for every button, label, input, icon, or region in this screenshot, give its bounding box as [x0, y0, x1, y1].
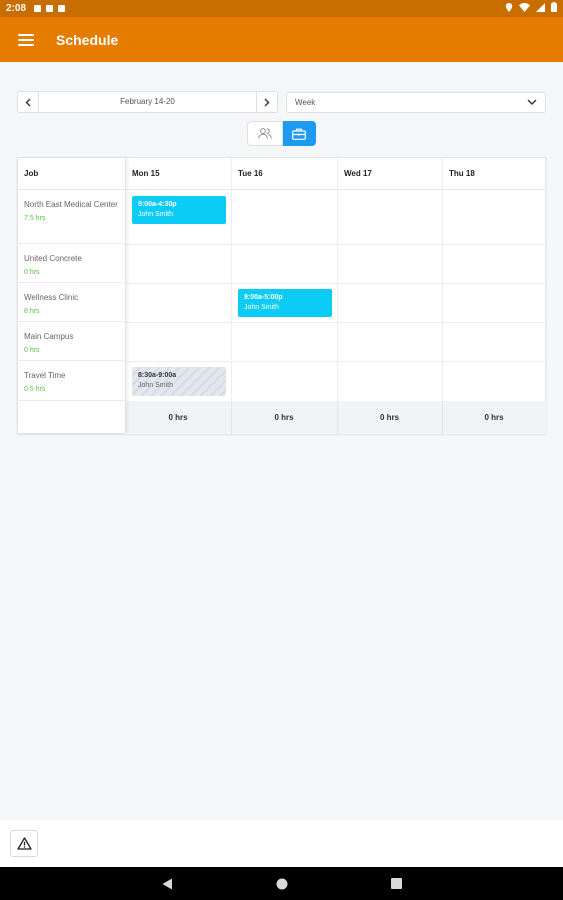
page-title: Schedule: [56, 31, 119, 48]
recents-button[interactable]: [376, 867, 416, 900]
day-header-tue: Tue 16: [231, 158, 337, 190]
job-hours: 0 hrs: [24, 269, 40, 276]
job-column: Job North East Medical Center 7.5 hrs Un…: [18, 158, 126, 433]
column-divider: [442, 401, 443, 434]
date-navigator: February 14-20: [17, 91, 278, 113]
schedule-grid: Mon 15 Tue 16 Wed 17 Thu 18 Job North Ea…: [17, 157, 546, 434]
job-hours: 0.5 hrs: [24, 386, 46, 393]
notification-icon: [46, 5, 54, 12]
job-row[interactable]: Main Campus 0 hrs: [18, 322, 125, 361]
shift-time: 8:30a-9:00a: [138, 372, 177, 379]
day-header-wed: Wed 17: [337, 158, 442, 190]
hamburger-menu-icon[interactable]: [18, 33, 34, 46]
bottom-bar: [0, 820, 563, 867]
status-time: 2:08: [6, 3, 27, 14]
date-range-label[interactable]: February 14-20: [39, 92, 256, 112]
job-column-header: Job: [18, 158, 125, 190]
people-view-button[interactable]: [247, 121, 283, 146]
shift-time: 9:00a-5:00p: [244, 294, 283, 301]
job-hours: 7.5 hrs: [24, 215, 46, 222]
row-divider: [125, 322, 546, 323]
job-hours: 8 hrs: [24, 308, 40, 315]
job-name: United Concrete: [24, 254, 82, 263]
shift-card[interactable]: 9:00a-5:00p John Smith: [238, 289, 332, 317]
previous-week-button[interactable]: [18, 92, 39, 112]
jobs-view-button[interactable]: [282, 121, 316, 146]
shift-employee: John Smith: [244, 304, 280, 311]
row-divider: [125, 244, 546, 245]
chevron-left-icon: [25, 98, 31, 106]
back-icon: [162, 878, 172, 889]
column-divider: [337, 158, 338, 433]
next-week-button[interactable]: [256, 92, 277, 112]
column-divider: [231, 158, 232, 433]
shift-employee: John Smith: [138, 211, 174, 218]
people-icon: [258, 128, 272, 139]
shift-card[interactable]: 9:00a-4:30p John Smith: [132, 196, 226, 224]
row-divider: [125, 361, 546, 362]
row-divider: [125, 283, 546, 284]
status-bar: 2:08: [0, 0, 563, 17]
notification-icon: [58, 5, 66, 12]
location-icon: [505, 2, 513, 15]
shift-card[interactable]: 8:30a-9:00a John Smith: [132, 367, 226, 396]
view-select[interactable]: Week: [286, 92, 546, 113]
day-header-thu: Thu 18: [442, 158, 546, 190]
view-select-value: Week: [295, 98, 316, 107]
day-header-mon: Mon 15: [125, 158, 231, 190]
day-total: 0 hrs: [168, 413, 188, 422]
job-name: Travel Time: [24, 371, 66, 380]
back-button[interactable]: [147, 867, 187, 900]
signal-icon: [536, 2, 545, 15]
chevron-down-icon: [527, 98, 537, 107]
job-row[interactable]: Travel Time 0.5 hrs: [18, 361, 125, 401]
battery-icon: [551, 2, 557, 15]
notification-icon: [34, 5, 42, 12]
job-row[interactable]: United Concrete 0 hrs: [18, 244, 125, 283]
home-icon: [276, 878, 288, 889]
job-row[interactable]: Wellness Clinic 8 hrs: [18, 283, 125, 322]
chevron-right-icon: [264, 98, 270, 106]
day-total: 0 hrs: [379, 413, 400, 422]
warning-button[interactable]: [10, 830, 38, 857]
day-total: 0 hrs: [274, 413, 294, 422]
job-name: Main Campus: [24, 332, 74, 341]
job-row[interactable]: North East Medical Center 7.5 hrs: [18, 190, 125, 244]
view-mode-toggle: [247, 121, 316, 146]
job-name: Wellness Clinic: [24, 293, 79, 302]
column-divider: [337, 401, 338, 434]
home-button[interactable]: [262, 867, 302, 900]
warning-icon: [16, 837, 32, 850]
shift-employee: John Smith: [138, 382, 174, 389]
day-total: 0 hrs: [484, 413, 504, 422]
system-navigation-bar: [0, 867, 563, 900]
job-name: North East Medical Center: [24, 200, 118, 209]
briefcase-icon: [292, 128, 307, 140]
wifi-icon: [519, 2, 530, 15]
column-divider: [231, 401, 232, 434]
recents-icon: [390, 878, 402, 889]
app-bar: Schedule: [0, 17, 563, 62]
column-divider: [442, 158, 443, 433]
job-hours: 0 hrs: [24, 347, 40, 354]
shift-time: 9:00a-4:30p: [138, 201, 177, 208]
